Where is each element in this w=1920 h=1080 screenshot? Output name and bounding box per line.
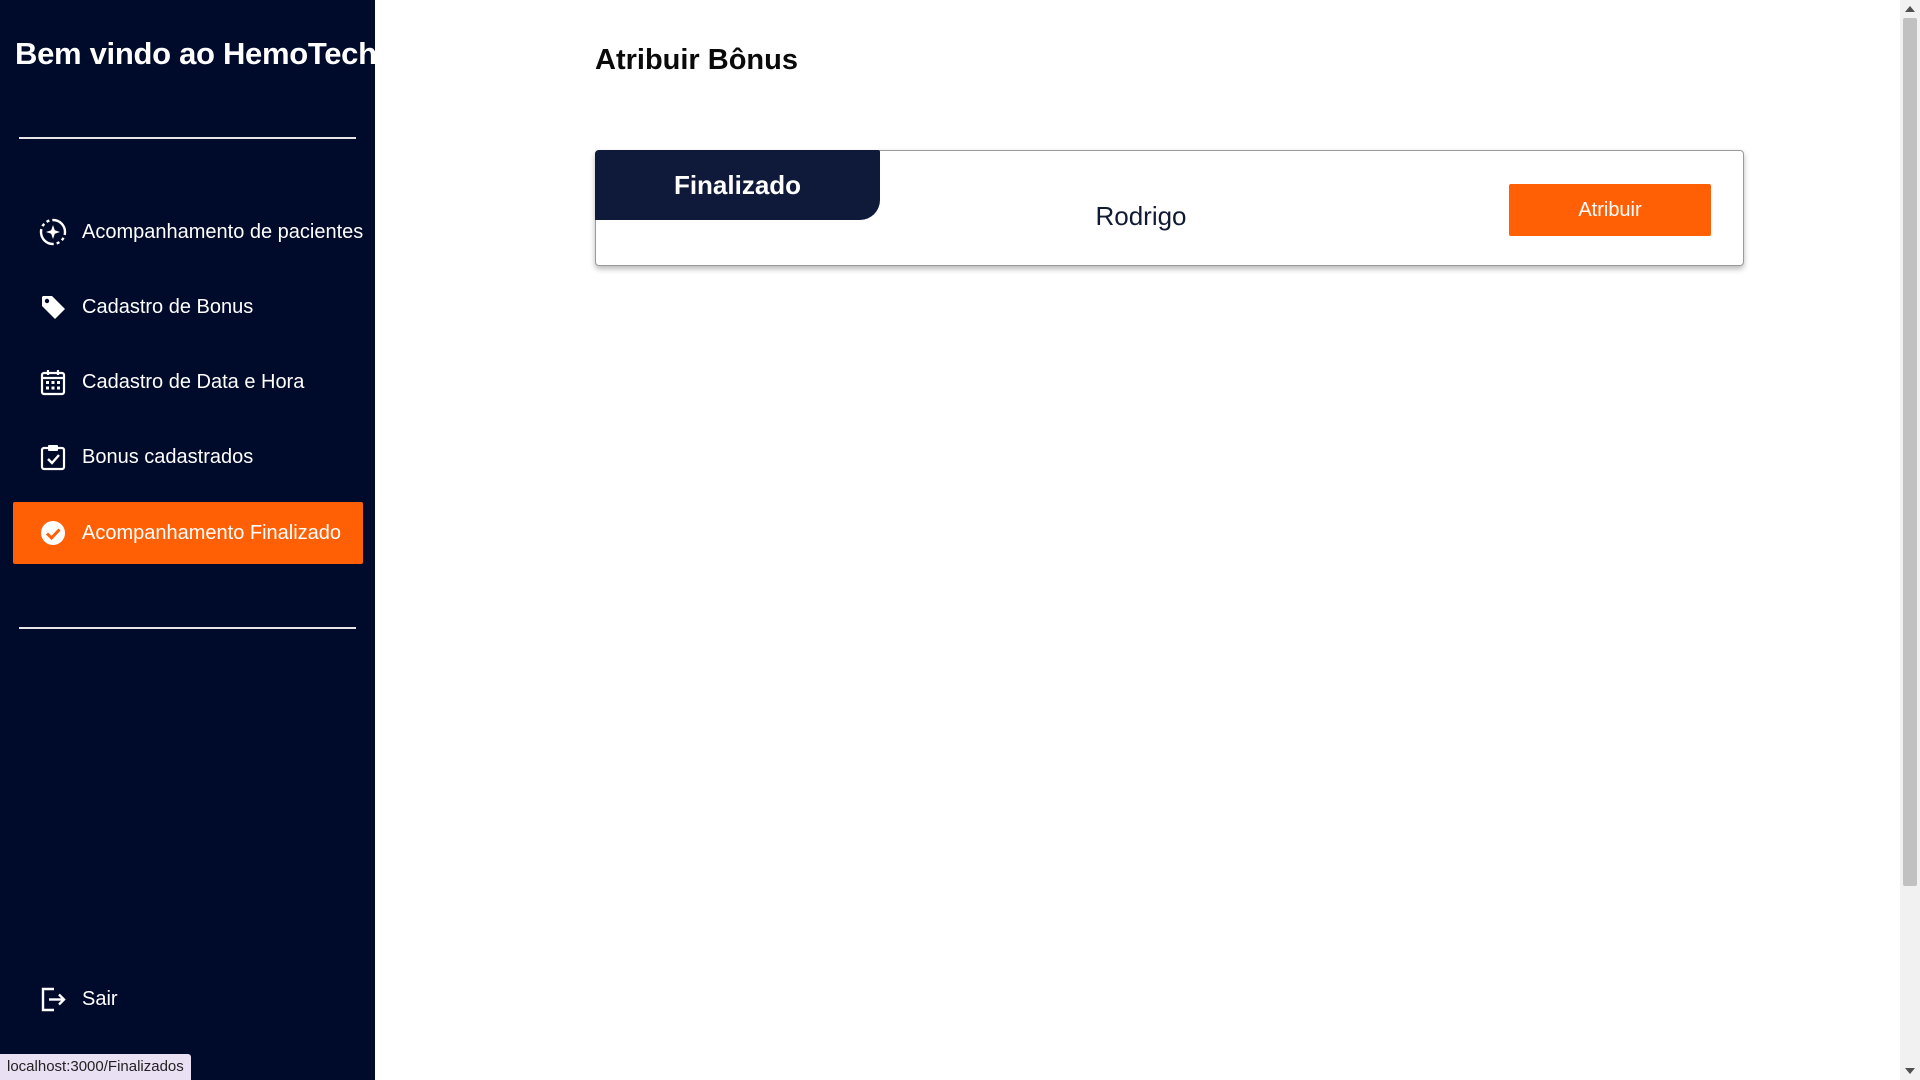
sidebar-item-label: Acompanhamento Finalizado: [82, 521, 342, 544]
sidebar-item-cadastro-data-hora[interactable]: Cadastro de Data e Hora: [13, 351, 363, 413]
sidebar-item-label: Cadastro de Data e Hora: [82, 370, 305, 393]
sidebar-divider-bottom: [19, 627, 356, 629]
sidebar-item-label: Cadastro de Bonus: [82, 295, 254, 318]
scrollbar-thumb[interactable]: [1903, 18, 1917, 886]
logout-icon: [38, 984, 68, 1014]
status-bar-url: localhost:3000/Finalizados: [0, 1054, 191, 1080]
app-root: Bem vindo ao HemoTech Acompanhamento de …: [0, 0, 1920, 1080]
logout-label: Sair: [82, 987, 118, 1010]
scroll-up-arrow-icon[interactable]: [1900, 0, 1920, 17]
page-title: Atribuir Bônus: [595, 44, 798, 76]
sidebar-item-label: Acompanhamento de pacientes: [82, 220, 364, 243]
calendar-icon: [38, 367, 68, 397]
atribuir-button[interactable]: Atribuir: [1509, 184, 1711, 236]
patient-name: Rodrigo: [1095, 201, 1187, 231]
brand-title: Bem vindo ao HemoTech: [15, 36, 377, 71]
sidebar-divider-top: [19, 137, 356, 139]
sidebar-item-acompanhamento-pacientes[interactable]: Acompanhamento de pacientes: [13, 201, 363, 263]
sidebar: Bem vindo ao HemoTech Acompanhamento de …: [0, 0, 377, 1080]
sidebar-item-bonus-cadastrados[interactable]: Bonus cadastrados: [13, 426, 363, 488]
clipboard-check-icon: [38, 442, 68, 472]
status-badge: Finalizado: [595, 150, 880, 220]
vertical-scrollbar[interactable]: [1900, 0, 1920, 1080]
patient-tracking-icon: [38, 217, 68, 247]
main-content: Atribuir Bônus Finalizado Rodrigo Atribu…: [375, 0, 1900, 1080]
bonus-card: Finalizado Rodrigo Atribuir: [595, 150, 1744, 266]
logout-button[interactable]: Sair: [13, 968, 363, 1030]
tag-icon: [38, 292, 68, 322]
sidebar-item-acompanhamento-finalizado[interactable]: Acompanhamento Finalizado: [13, 502, 363, 564]
sidebar-item-cadastro-bonus[interactable]: Cadastro de Bonus: [13, 276, 363, 338]
sidebar-item-label: Bonus cadastrados: [82, 445, 254, 468]
scroll-down-arrow-icon[interactable]: [1900, 1063, 1920, 1080]
check-circle-icon: [38, 518, 68, 548]
